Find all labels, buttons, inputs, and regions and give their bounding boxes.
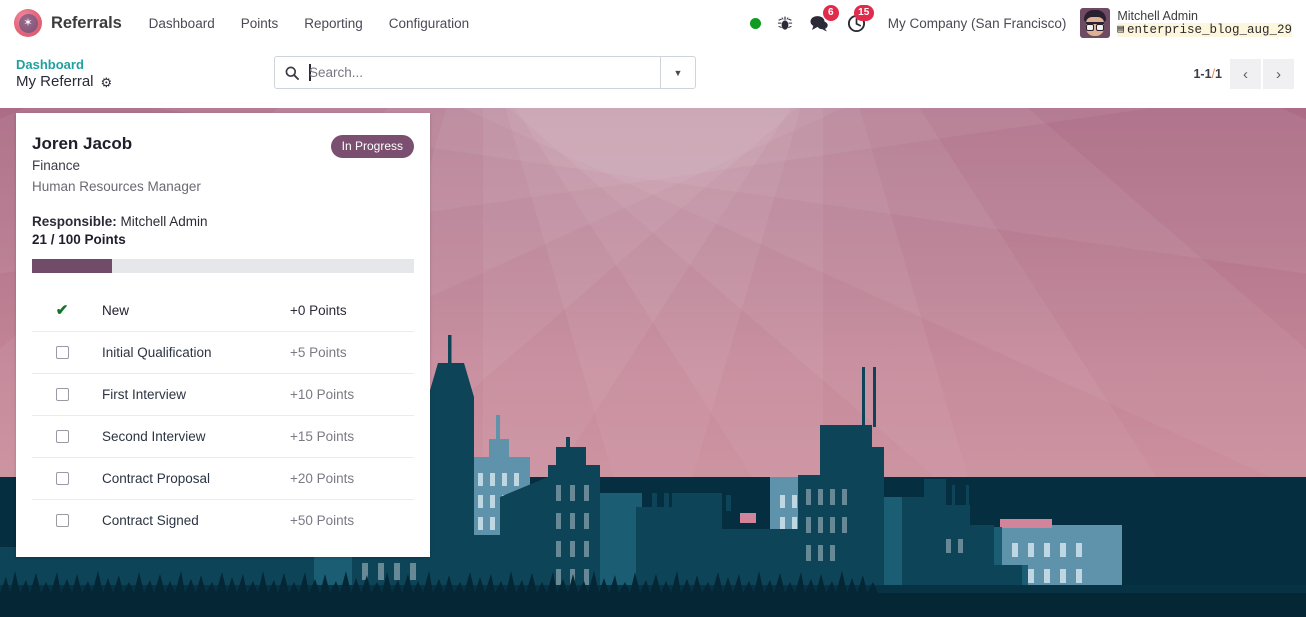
responsible-line: Responsible: Mitchell Admin [32, 214, 414, 229]
user-name: Mitchell Admin [1117, 8, 1198, 23]
main-menu: Dashboard Points Reporting Configuration [136, 0, 482, 46]
pager-buttons: ‹ › [1230, 59, 1294, 89]
stage-completed-check: ✔ [36, 303, 88, 318]
stage-checkbox-wrap [36, 388, 88, 402]
stage-name: Contract Signed [102, 513, 199, 529]
card-header-text: Joren Jacob Finance Human Resources Mana… [32, 133, 331, 198]
app-brand[interactable]: ✶ Referrals [8, 0, 136, 46]
stage-checkbox-wrap [36, 346, 88, 360]
messages-count-badge: 6 [822, 5, 839, 21]
stage-checkbox-wrap [36, 472, 88, 486]
gear-icon[interactable]: ⚙ [101, 75, 113, 91]
activities-button[interactable]: 15 [839, 0, 874, 46]
stage-name: Contract Proposal [102, 471, 211, 487]
stage-row[interactable]: Contract Proposal +20 Points [32, 457, 414, 499]
stage-checkbox[interactable] [55, 472, 69, 486]
messages-button[interactable]: 6 [801, 0, 839, 46]
database-icon: ▤ [1117, 23, 1124, 36]
stage-checkbox-wrap [36, 430, 88, 444]
candidate-department: Finance [32, 158, 81, 174]
pager-previous-button[interactable]: ‹ [1230, 59, 1261, 89]
responsible-label: Responsible: [32, 214, 117, 230]
avatar-glasses [1086, 22, 1105, 31]
candidate-name: Joren Jacob [32, 134, 133, 153]
pager: 1-1/1 ‹ › [1193, 56, 1294, 89]
user-info: Mitchell Admin ▤ enterprise_blog_aug_29 [1117, 9, 1292, 38]
stage-list: ✔ New +0 Points Initial Qualification +5 Poi… [32, 289, 414, 541]
stage-checkbox-wrap [36, 514, 88, 528]
breadcrumb-current: My Referral ⚙ [16, 73, 166, 92]
points-progress-bar [32, 259, 414, 274]
stage-row[interactable]: Initial Qualification +5 Points [32, 331, 414, 373]
check-icon: ✔ [55, 301, 69, 319]
referral-card: Joren Jacob Finance Human Resources Mana… [16, 113, 430, 558]
stage-checkbox[interactable] [55, 346, 69, 360]
stage-points: +20 Points [290, 471, 355, 487]
search-icon [275, 57, 309, 88]
points-progress-fill [32, 259, 113, 274]
breadcrumb: Dashboard My Referral ⚙ [16, 56, 166, 92]
referrals-star-logo-icon: ✶ [14, 9, 42, 37]
breadcrumb-current-label: My Referral [16, 73, 94, 91]
candidate-job-position: Human Resources Manager [32, 179, 201, 195]
pager-total: 1 [1215, 67, 1222, 81]
stage-checkbox[interactable] [55, 388, 69, 402]
stage-name: Second Interview [102, 429, 206, 445]
company-selector[interactable]: My Company (San Francisco) [874, 16, 1079, 31]
activities-count-badge: 15 [853, 5, 874, 21]
status-badge: In Progress [330, 135, 414, 158]
stage-points: +15 Points [290, 429, 355, 445]
database-label: enterprise_blog_aug_29 [1126, 23, 1292, 37]
points-summary: 21 / 100 Points [32, 232, 126, 248]
star-glyph: ✶ [23, 16, 33, 29]
avatar [1080, 8, 1111, 38]
stage-row[interactable]: Contract Signed +50 Points [32, 499, 414, 541]
user-menu[interactable]: Mitchell Admin ▤ enterprise_blog_aug_29 [1078, 8, 1296, 38]
navbar-right-tools: 6 15 My Company (San Francisco) Mitchell… [742, 0, 1296, 46]
stage-name: First Interview [102, 387, 187, 403]
breadcrumb-parent-dashboard[interactable]: Dashboard [16, 57, 166, 73]
search-bar[interactable]: ▼ [274, 56, 696, 89]
control-panel: Dashboard My Referral ⚙ ▼ 1-1/1 ‹ › [0, 46, 1306, 108]
menu-item-points[interactable]: Points [228, 0, 292, 46]
online-indicator-icon[interactable] [742, 0, 769, 46]
green-dot [749, 17, 761, 29]
stage-points: +0 Points [290, 302, 347, 318]
stage-name: New [102, 302, 130, 318]
pager-count[interactable]: 1-1/1 [1193, 67, 1222, 81]
pager-next-button[interactable]: › [1263, 59, 1294, 89]
stage-row[interactable]: Second Interview +15 Points [32, 415, 414, 457]
database-name: ▤ enterprise_blog_aug_29 [1117, 23, 1292, 38]
responsible-value: Mitchell Admin [120, 214, 208, 230]
pager-range: 1-1 [1193, 67, 1212, 81]
main-content: Joren Jacob Finance Human Resources Mana… [0, 108, 1306, 617]
search-dropdown-toggle[interactable]: ▼ [660, 57, 695, 88]
stage-row[interactable]: ✔ New +0 Points [32, 289, 414, 331]
menu-item-configuration[interactable]: Configuration [376, 0, 482, 46]
stage-row[interactable]: First Interview +10 Points [32, 373, 414, 415]
stage-points: +10 Points [290, 387, 355, 403]
bug-icon[interactable] [769, 0, 801, 46]
stage-checkbox[interactable] [55, 430, 69, 444]
search-input[interactable] [309, 57, 660, 88]
menu-item-reporting[interactable]: Reporting [291, 0, 376, 46]
stage-points: +50 Points [290, 513, 355, 529]
menu-item-dashboard[interactable]: Dashboard [136, 0, 228, 46]
stage-checkbox[interactable] [55, 514, 69, 528]
top-navbar: ✶ Referrals Dashboard Points Reporting C… [0, 0, 1306, 46]
stage-points: +5 Points [290, 345, 347, 361]
card-header: Joren Jacob Finance Human Resources Mana… [32, 133, 414, 198]
stage-name: Initial Qualification [102, 345, 212, 361]
app-title: Referrals [51, 13, 122, 32]
